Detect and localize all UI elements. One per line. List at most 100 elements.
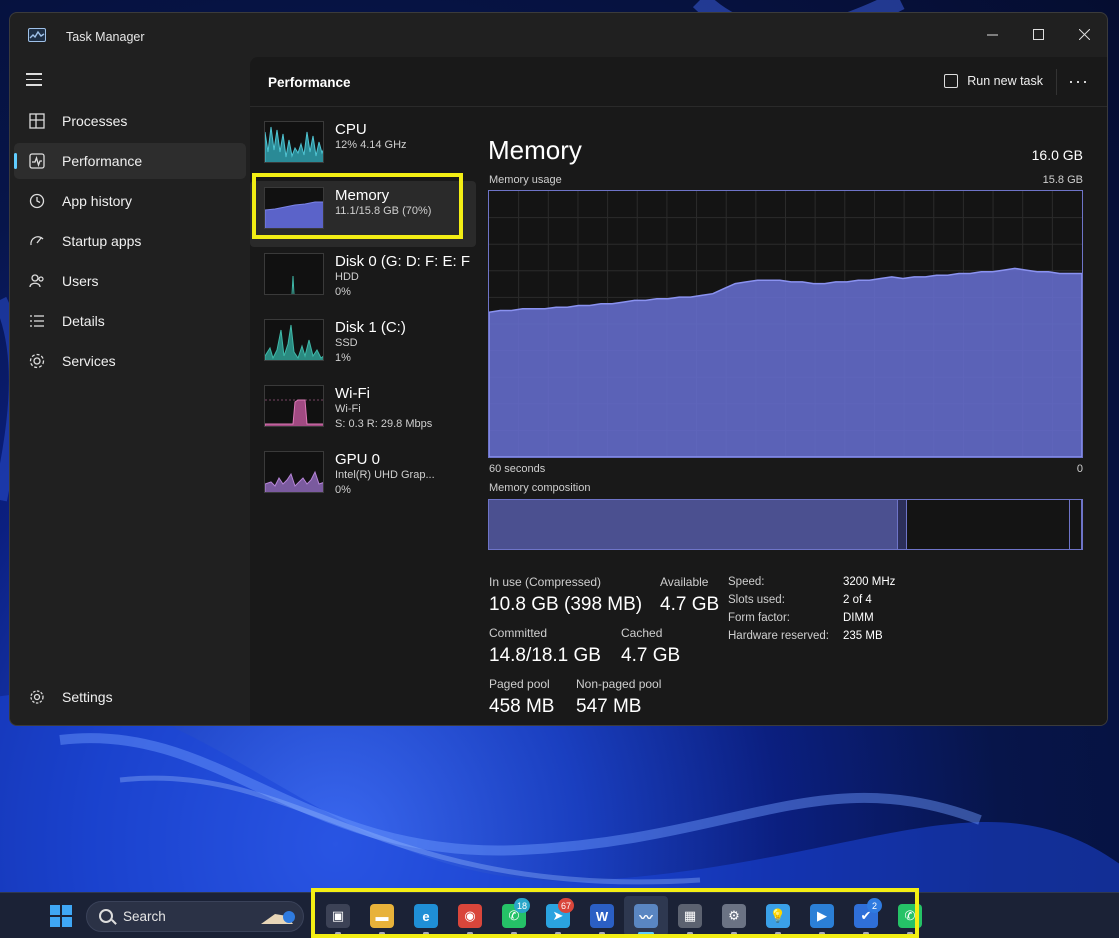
taskbar-app-whatsapp[interactable]: ✆ 18 (492, 896, 536, 936)
form-factor-label: Form factor: (728, 612, 790, 624)
task-view-icon: ▣ (326, 904, 350, 928)
word-icon: W (590, 904, 614, 928)
non-paged-pool-value: 547 MB (576, 696, 642, 717)
details-icon (28, 312, 46, 330)
resource-name: Memory (335, 187, 390, 204)
memory-total: 16.0 GB (1031, 147, 1083, 163)
graph-time-label: 60 seconds (489, 463, 546, 475)
resource-item-wifi[interactable]: Wi-Fi Wi-Fi S: 0.3 R: 29.8 Mbps (250, 379, 476, 445)
resource-name: Disk 0 (G: D: F: E: F (335, 253, 471, 270)
running-indicator (555, 932, 561, 935)
sidebar-item-details[interactable]: Details (14, 303, 246, 339)
settings-label: Settings (62, 689, 113, 705)
taskbar-app-edge[interactable]: e (404, 896, 448, 936)
close-button[interactable] (1061, 19, 1107, 49)
committed-label: Committed (489, 626, 548, 640)
resource-detail: 12% 4.14 GHz (335, 139, 407, 151)
memory-usage-label: Memory usage (489, 174, 562, 186)
resource-item-gpu[interactable]: GPU 0 Intel(R) UHD Grap... 0% (250, 445, 476, 511)
gpu-thumbnail (264, 451, 324, 493)
media-player-icon: ▶ (810, 904, 834, 928)
run-task-icon (944, 74, 959, 88)
services-icon (28, 352, 46, 370)
startup-icon (28, 232, 46, 250)
standby-segment (907, 500, 1071, 549)
speed-label: Speed: (728, 576, 765, 588)
taskbar-app-task-manager[interactable]: 〰 (624, 896, 668, 936)
taskbar: Search ▣ ▬ e ◉ ✆ 18 ➤ 67 W 〰 ▦ ⚙ 💡 ▶ ✔ 2 ✆ (0, 888, 1119, 938)
taskbar-app-settings[interactable]: ⚙ (712, 896, 756, 936)
taskbar-app-word[interactable]: W (580, 896, 624, 936)
taskbar-search[interactable]: Search (86, 901, 304, 932)
sidebar-item-processes[interactable]: Processes (14, 103, 246, 139)
memory-composition-label: Memory composition (489, 482, 591, 494)
taskbar-app-todo[interactable]: ✔ 2 (844, 896, 888, 936)
sidebar-item-startup-apps[interactable]: Startup apps (14, 223, 246, 259)
taskbar-app-tips[interactable]: 💡 (756, 896, 800, 936)
sidebar-item-label: Performance (62, 153, 143, 169)
sidebar-item-settings[interactable]: Settings (14, 679, 246, 715)
resource-detail: 11.1/15.8 GB (70%) (335, 205, 432, 217)
sidebar-item-performance[interactable]: Performance (14, 143, 246, 179)
hamburger-menu-icon[interactable] (26, 73, 44, 89)
resource-detail: 0% (335, 484, 351, 496)
sidebar-item-app-history[interactable]: App history (14, 183, 246, 219)
content-panel: Performance Run new task ··· CPU 12% 4.1… (250, 57, 1107, 725)
calculator-icon: ▦ (678, 904, 702, 928)
resource-item-disk-0[interactable]: Disk 0 (G: D: F: E: F HDD 0% (250, 247, 476, 313)
running-indicator (731, 932, 737, 935)
run-new-task-button[interactable]: Run new task (944, 74, 1043, 88)
modified-segment (898, 500, 908, 549)
run-task-label: Run new task (967, 74, 1043, 88)
memory-thumbnail (264, 187, 324, 229)
form-factor-value: DIMM (843, 612, 874, 624)
task-manager-window: Task Manager Processes Performance App h… (9, 12, 1108, 726)
minimize-button[interactable] (969, 19, 1015, 49)
users-icon (28, 272, 46, 290)
resource-item-disk-1[interactable]: Disk 1 (C:) SSD 1% (250, 313, 476, 379)
taskbar-app-media-player[interactable]: ▶ (800, 896, 844, 936)
slots-used-label: Slots used: (728, 594, 785, 606)
resource-list: CPU 12% 4.14 GHz Memory 11.1/15.8 GB (70… (250, 115, 476, 511)
file-explorer-icon: ▬ (370, 904, 394, 928)
available-value: 4.7 GB (660, 594, 720, 615)
taskbar-app-whatsapp-2[interactable]: ✆ (888, 896, 932, 936)
window-title: Task Manager (66, 30, 145, 44)
memory-composition-bar (488, 499, 1083, 550)
in-use-segment (489, 500, 899, 549)
maximize-button[interactable] (1015, 19, 1061, 49)
title-bar[interactable]: Task Manager (10, 13, 1107, 57)
taskbar-app-chrome[interactable]: ◉ (448, 896, 492, 936)
disk0-thumbnail (264, 253, 324, 295)
minimize-icon (986, 34, 998, 35)
task-manager-app-icon (28, 28, 46, 42)
in-use-value: 10.8 GB (398 MB) (489, 594, 643, 615)
sidebar-item-label: Details (62, 313, 105, 329)
taskbar-app-telegram[interactable]: ➤ 67 (536, 896, 580, 936)
start-button[interactable] (50, 905, 72, 927)
resource-name: CPU (335, 121, 367, 138)
slots-used-value: 2 of 4 (843, 594, 872, 606)
taskbar-app-file-explorer[interactable]: ▬ (360, 896, 404, 936)
paged-pool-value: 458 MB (489, 696, 555, 717)
running-indicator (335, 932, 341, 935)
resource-item-cpu[interactable]: CPU 12% 4.14 GHz (250, 115, 476, 181)
wifi-thumbnail (264, 385, 324, 427)
sidebar-item-label: Startup apps (62, 233, 142, 249)
memory-usage-graph (488, 190, 1083, 458)
sidebar-item-users[interactable]: Users (14, 263, 246, 299)
speed-value: 3200 MHz (843, 576, 896, 588)
running-indicator (379, 932, 385, 935)
search-highlight-icon (261, 911, 295, 924)
free-segment (1070, 500, 1082, 549)
content-header: Performance Run new task ··· (250, 57, 1107, 107)
more-options-button[interactable]: ··· (1068, 71, 1089, 92)
history-icon (28, 192, 46, 210)
task-manager-icon: 〰 (634, 904, 658, 928)
taskbar-app-task-view[interactable]: ▣ (316, 896, 360, 936)
taskbar-app-calculator[interactable]: ▦ (668, 896, 712, 936)
resource-item-memory[interactable]: Memory 11.1/15.8 GB (70%) (250, 181, 476, 247)
hardware-reserved-value: 235 MB (843, 630, 883, 642)
sidebar-item-services[interactable]: Services (14, 343, 246, 379)
non-paged-pool-label: Non-paged pool (576, 677, 662, 691)
